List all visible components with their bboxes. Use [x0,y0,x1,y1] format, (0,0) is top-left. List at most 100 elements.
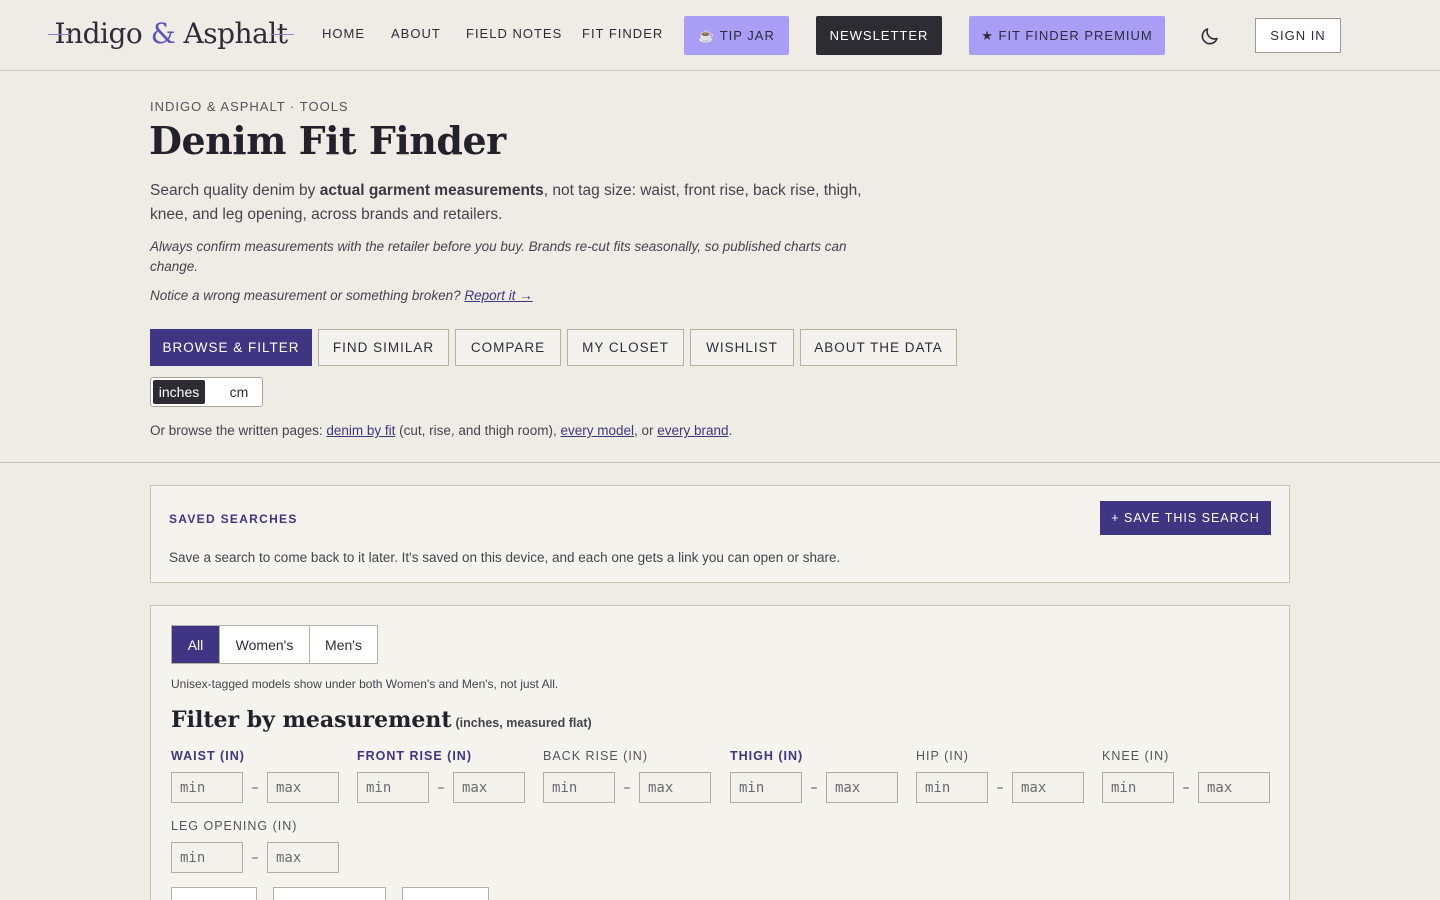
back-rise-label: BACK RISE (IN) [543,749,648,763]
knee-label: KNEE (IN) [1102,749,1170,763]
segment-all[interactable]: All [172,626,220,663]
hip-range-dash: – [996,779,1004,796]
knee-min-input[interactable] [1102,772,1174,803]
report-line: Notice a wrong measurement or something … [150,288,533,303]
moon-icon-graphic [1201,28,1218,45]
leg-opening-min-input[interactable] [171,842,243,873]
site-logo[interactable]: Indigo & Asphalt [48,14,294,54]
segment-womens[interactable]: Women's [220,626,310,663]
measurement-disclaimer: Always confirm measurements with the ret… [150,239,847,274]
waist-range: – [171,772,341,803]
leg-opening-label: LEG OPENING (IN) [171,819,298,833]
back-rise-min-input[interactable] [543,772,615,803]
thigh-filter: THIGH (IN) – [730,749,900,803]
back-rise-range: – [543,772,713,803]
back-rise-range-dash: – [623,779,631,796]
hip-range: – [916,772,1086,803]
thigh-max-input[interactable] [826,772,898,803]
tab-my-closet[interactable]: MY CLOSET [567,329,684,366]
every-brand-link[interactable]: every brand [657,423,728,438]
unit-option-inches[interactable]: inches [153,380,205,404]
tab-wishlist[interactable]: WISHLIST [690,329,794,366]
waist-max-input[interactable] [267,772,339,803]
report-link[interactable]: Report it → [464,288,532,303]
hip-label: HIP (IN) [916,749,969,763]
back-rise-filter: BACK RISE (IN) – [543,749,713,803]
thigh-label: THIGH (IN) [730,749,804,763]
browse-text-3: , or [634,423,658,438]
nav-link-home[interactable]: HOME [322,26,365,41]
newsletter-button[interactable]: NEWSLETTER [816,16,942,55]
moon-icon[interactable] [1198,24,1222,48]
logo-rule-right [270,34,294,35]
filter-subtitle: (inches, measured flat) [455,716,592,730]
every-model-link[interactable]: every model [560,423,634,438]
tab-compare[interactable]: COMPARE [455,329,561,366]
leg-opening-filter: LEG OPENING (IN) – [171,819,341,873]
page-title: Denim Fit Finder [149,118,506,163]
top-navigation-bar: Indigo & Asphalt HOME ABOUT FIELD NOTES … [0,0,1440,71]
thigh-range-dash: – [810,779,818,796]
nav-link-field-notes[interactable]: FIELD NOTES [466,26,562,41]
leg-opening-range-dash: – [251,849,259,866]
front-rise-filter: FRONT RISE (IN) – [357,749,527,803]
logo-ampersand: & [150,17,176,50]
section-divider [0,462,1440,463]
report-prompt: Notice a wrong measurement or something … [150,288,465,303]
fit-finder-premium-button[interactable]: ★ FIT FINDER PREMIUM [969,16,1165,55]
denim-by-fit-link[interactable]: denim by fit [326,423,395,438]
back-rise-max-input[interactable] [639,772,711,803]
knee-range-dash: – [1182,779,1190,796]
thigh-min-input[interactable] [730,772,802,803]
waist-label: WAIST (IN) [171,749,245,763]
breadcrumb-eyebrow: INDIGO & ASPHALT · TOOLS [150,99,349,114]
filter-control-partial-1[interactable] [171,887,257,900]
front-rise-range-dash: – [437,779,445,796]
intro-text-start: Search quality denim by [150,182,320,199]
tab-find-similar[interactable]: FIND SIMILAR [318,329,449,366]
sign-in-button[interactable]: SIGN IN [1255,18,1341,53]
thigh-range: – [730,772,900,803]
segment-mens[interactable]: Men's [310,626,377,663]
knee-max-input[interactable] [1198,772,1270,803]
saved-searches-title: SAVED SEARCHES [169,512,298,526]
segment-note: Unisex-tagged models show under both Wom… [171,677,559,691]
front-rise-min-input[interactable] [357,772,429,803]
knee-range: – [1102,772,1272,803]
browse-text-2: (cut, rise, and thigh room), [395,423,561,438]
waist-range-dash: – [251,779,259,796]
save-this-search-button[interactable]: + SAVE THIS SEARCH [1100,501,1271,535]
intro-paragraph: Search quality denim by actual garment m… [150,179,890,227]
hip-max-input[interactable] [1012,772,1084,803]
waist-filter: WAIST (IN) – [171,749,341,803]
tip-jar-button[interactable]: ☕ TIP JAR [684,16,789,55]
nav-link-about[interactable]: ABOUT [391,26,441,41]
front-rise-range: – [357,772,527,803]
measurement-filter-panel: All Women's Men's Unisex-tagged models s… [150,605,1290,900]
tab-about-the-data[interactable]: ABOUT THE DATA [800,329,957,366]
unit-option-cm[interactable]: cm [219,380,259,404]
browse-text-1: Or browse the written pages: [150,423,327,438]
front-rise-label: FRONT RISE (IN) [357,749,472,763]
saved-searches-panel: SAVED SEARCHES + SAVE THIS SEARCH Save a… [150,485,1290,583]
browse-text-4: . [728,423,733,438]
intro-emphasis: actual garment measurements [319,182,544,199]
leg-opening-range: – [171,842,341,873]
gender-segmented-control: All Women's Men's [171,625,378,664]
tab-browse-filter[interactable]: BROWSE & FILTER [150,329,312,366]
knee-filter: KNEE (IN) – [1102,749,1272,803]
filter-control-partial-2[interactable] [273,887,386,900]
nav-link-fit-finder[interactable]: FIT FINDER [582,26,663,41]
waist-min-input[interactable] [171,772,243,803]
hip-filter: HIP (IN) – [916,749,1086,803]
logo-rule-left [48,34,72,35]
hip-min-input[interactable] [916,772,988,803]
filter-title-text: Filter by measurement [171,707,452,733]
filter-title: Filter by measurement (inches, measured f… [171,707,592,733]
filter-control-partial-3[interactable] [402,887,489,900]
front-rise-max-input[interactable] [453,772,525,803]
unit-toggle: inches cm [150,377,263,407]
browse-pages-line: Or browse the written pages: denim by fi… [150,423,732,438]
saved-searches-description: Save a search to come back to it later. … [169,550,841,565]
leg-opening-max-input[interactable] [267,842,339,873]
